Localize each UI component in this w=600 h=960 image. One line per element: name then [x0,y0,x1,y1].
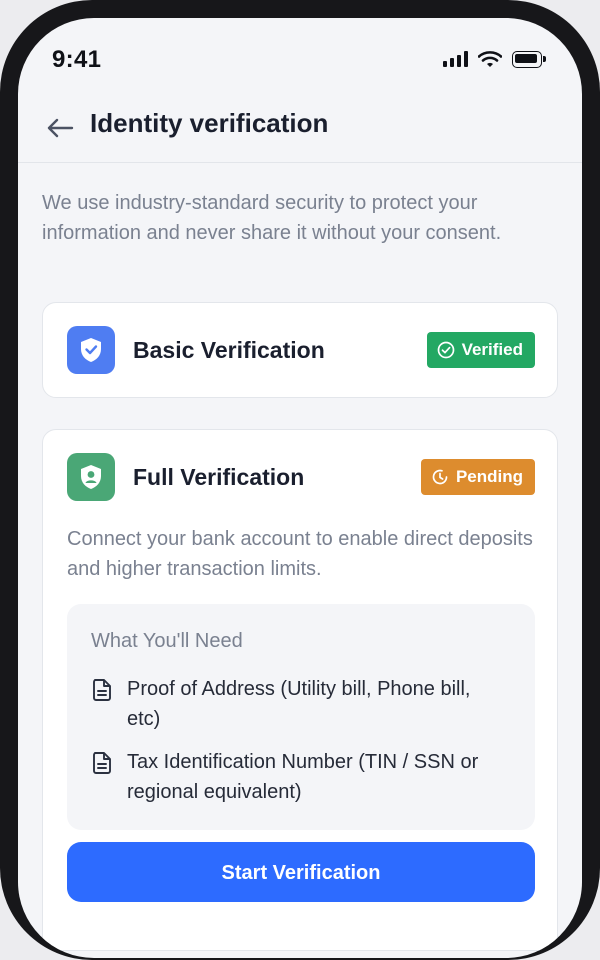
basic-verification-icon-tile [67,326,115,374]
pending-badge-label: Pending [455,467,523,486]
requirement-item: Proof of Address (Utility bill, Phone bi… [91,674,511,734]
app-header: Identity verification [18,102,582,163]
requirements-title: What You'll Need [91,630,243,652]
basic-verification-card[interactable]: Basic Verification Verified [42,302,558,398]
status-icons [443,50,546,68]
shield-check-icon [81,338,101,362]
signal-icon [443,51,468,67]
intro-text: We use industry-standard security to pro… [42,192,502,244]
basic-verification-title: Basic Verification [133,337,325,363]
requirement-item: Tax Identification Number (TIN / SSN or … [91,747,511,807]
full-verification-description: Connect your bank account to enable dire… [67,528,533,580]
requirements-panel: What You'll Need Proof of Address (Utili… [67,604,535,830]
pending-status-badge: Pending [420,459,535,495]
full-verification-icon-tile [67,453,115,501]
clock-icon [432,469,448,485]
back-button[interactable] [44,112,76,144]
check-circle-icon [437,341,454,359]
verified-status-badge: Verified [426,332,535,368]
wifi-icon [478,51,502,67]
verified-badge-label: Verified [461,340,523,359]
start-verification-button[interactable]: Start Verification [67,842,535,902]
page-title: Identity verification [90,108,329,138]
status-bar: 9:41 [18,18,582,102]
app-screen: 9:41 Identity verification We use indust… [18,18,582,958]
arrow-left-icon [47,118,74,138]
requirement-text: Tax Identification Number (TIN / SSN or … [127,751,479,803]
full-verification-card: Full Verification Pending Connect your b… [42,429,558,951]
user-shield-icon [81,465,101,489]
document-icon [93,679,111,701]
full-verification-title: Full Verification [133,464,305,490]
status-time: 9:41 [52,46,102,73]
phone-frame: 9:41 Identity verification We use indust… [0,0,600,960]
requirement-text: Proof of Address (Utility bill, Phone bi… [127,678,471,730]
document-icon [93,752,111,774]
battery-icon [512,50,546,68]
